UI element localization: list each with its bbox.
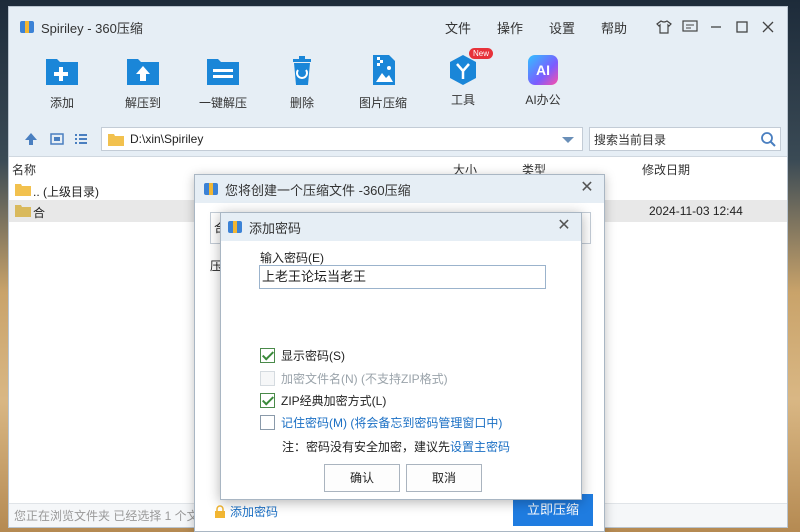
search-icon[interactable]	[760, 131, 776, 147]
one-click-extract-icon	[207, 59, 239, 85]
up-arrow-icon[interactable]	[23, 131, 39, 147]
menu-file[interactable]: 文件	[445, 18, 471, 37]
add-password-link[interactable]: 添加密码	[213, 503, 278, 520]
folder-icon	[15, 184, 31, 196]
close-icon[interactable]	[755, 15, 781, 39]
image-compress-icon	[373, 55, 395, 85]
path-text: D:\xin\Spiriley	[130, 132, 204, 146]
chevron-down-icon[interactable]	[562, 137, 574, 143]
security-note: 注：密码没有安全加密，建议先设置主密码	[282, 438, 510, 455]
encrypt-filename-option: 加密文件名(N) (不支持ZIP格式)	[260, 370, 448, 387]
delete-icon	[293, 56, 311, 85]
window-controls	[651, 7, 781, 47]
app-logo-icon	[204, 183, 218, 195]
feedback-icon[interactable]	[677, 15, 703, 39]
address-bar: D:\xin\Spiriley 搜索当前目录	[9, 121, 787, 157]
remember-password-checkbox[interactable]	[260, 415, 275, 430]
close-icon[interactable]: ✕	[555, 217, 573, 235]
show-password-text: 显示密码(S)	[281, 349, 345, 363]
delete-button[interactable]: 删除	[267, 49, 337, 111]
close-icon[interactable]: ✕	[578, 179, 596, 197]
file-date: 2024-11-03 12:44	[649, 204, 743, 218]
extract-to-icon	[127, 59, 159, 85]
minimize-icon[interactable]	[703, 15, 729, 39]
search-placeholder: 搜索当前目录	[594, 132, 667, 147]
file-name: 合	[33, 206, 46, 220]
menu-bar: 文件 操作 设置 帮助	[445, 7, 653, 47]
new-badge: New	[468, 48, 493, 59]
ai-icon-text: AI	[536, 62, 550, 78]
extract-to-button[interactable]: 解压到	[108, 49, 178, 111]
password-input[interactable]: 上老王论坛当老王	[259, 265, 546, 289]
remember-password-option[interactable]: 记住密码(M) (将会备忘到密码管理窗口中)	[260, 414, 502, 431]
status-text: 您正在浏览文件夹 已经选择 1 个文	[14, 509, 199, 523]
folder-icon	[15, 205, 31, 217]
title-bar: Spiriley - 360压缩 文件 操作 设置 帮助	[9, 7, 787, 47]
ai-office-button[interactable]: AI AI办公	[508, 49, 578, 108]
create-dialog-titlebar: 您将创建一个压缩文件 -360压缩 ✕	[195, 175, 604, 203]
encrypt-filename-checkbox	[260, 371, 275, 386]
add-button[interactable]: 添加	[27, 49, 97, 111]
tools-label: 工具	[450, 93, 475, 107]
search-input[interactable]: 搜索当前目录	[589, 127, 781, 151]
folder-icon	[108, 133, 124, 146]
create-dialog-title: 您将创建一个压缩文件 -360压缩	[225, 182, 411, 198]
app-logo-icon	[228, 221, 242, 233]
extract-to-label: 解压到	[124, 96, 161, 110]
ai-office-icon: AI	[528, 55, 558, 85]
menu-settings[interactable]: 设置	[549, 18, 575, 37]
window-title: Spiriley - 360压缩	[41, 20, 143, 36]
one-click-extract-label: 一键解压	[198, 96, 247, 110]
encrypt-filename-text: 加密文件名(N) (不支持ZIP格式)	[281, 372, 448, 386]
zip-classic-checkbox[interactable]	[260, 393, 275, 408]
menu-operation[interactable]: 操作	[497, 18, 523, 37]
password-value: 上老王论坛当老王	[262, 269, 367, 284]
list-view-icon[interactable]	[73, 131, 89, 147]
remember-password-text: 记住密码(M) (将会备忘到密码管理窗口中)	[281, 416, 503, 430]
add-password-dialog: 添加密码 ✕ 输入密码(E) 上老王论坛当老王 显示密码(S) 加密文件名(N)…	[220, 212, 582, 500]
note-text: 注：密码没有安全加密，建议先	[282, 440, 451, 454]
zip-classic-text: ZIP经典加密方式(L)	[281, 394, 387, 408]
file-name: .. (上级目录)	[33, 185, 99, 199]
col-name[interactable]: 名称	[12, 161, 36, 178]
path-input[interactable]: D:\xin\Spiriley	[101, 127, 583, 151]
thumbnail-view-icon[interactable]	[49, 131, 65, 147]
ai-office-label: AI办公	[525, 93, 561, 107]
password-dialog-titlebar: 添加密码 ✕	[221, 213, 581, 241]
menu-help[interactable]: 帮助	[601, 18, 627, 37]
image-compress-label: 图片压缩	[358, 96, 407, 110]
show-password-option[interactable]: 显示密码(S)	[260, 347, 345, 364]
image-compress-button[interactable]: 图片压缩	[348, 49, 418, 111]
password-label: 输入密码(E)	[260, 251, 324, 265]
set-master-password-link[interactable]: 设置主密码	[450, 440, 510, 454]
skin-icon[interactable]	[651, 15, 677, 39]
app-logo-icon	[20, 21, 34, 33]
add-label: 添加	[49, 96, 74, 110]
maximize-icon[interactable]	[729, 15, 755, 39]
col-date[interactable]: 修改日期	[642, 161, 690, 178]
show-password-checkbox[interactable]	[260, 348, 275, 363]
tools-button[interactable]: New 工具	[428, 48, 498, 108]
add-password-text: 添加密码	[230, 505, 279, 519]
password-dialog-title: 添加密码	[249, 220, 302, 236]
toolbar: 添加 解压到 一键解压 删除 图片压缩 New 工具 AI AI办公	[9, 47, 787, 121]
cancel-button[interactable]: 取消	[406, 464, 482, 492]
lock-icon	[215, 504, 225, 518]
one-click-extract-button[interactable]: 一键解压	[188, 49, 258, 111]
ok-button[interactable]: 确认	[324, 464, 400, 492]
zip-classic-option[interactable]: ZIP经典加密方式(L)	[260, 392, 386, 409]
delete-label: 删除	[289, 96, 314, 110]
add-icon	[46, 59, 78, 85]
